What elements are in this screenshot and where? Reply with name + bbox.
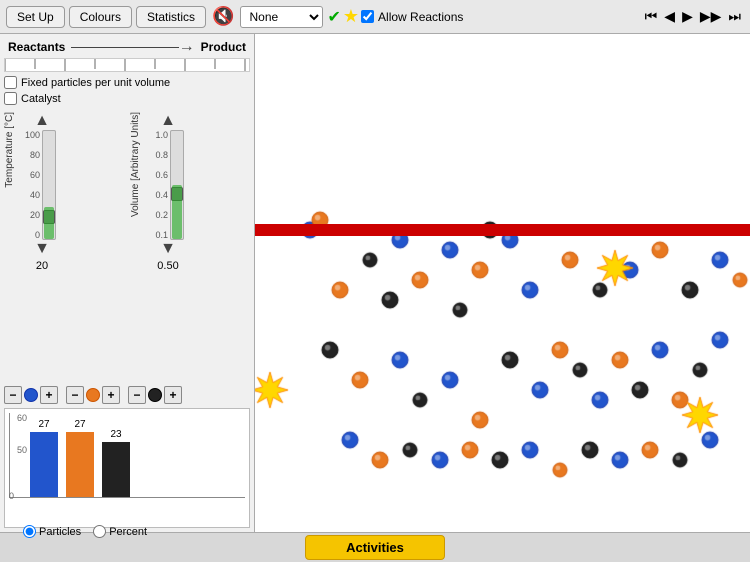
volume-slider-track[interactable] (170, 130, 184, 240)
temp-up-arrow[interactable]: ▲ (34, 112, 50, 130)
temp-axis-label: Temperature [°C] (4, 112, 15, 188)
y-zero-label: 0 (9, 491, 14, 501)
reactants-label: Reactants (8, 40, 65, 54)
bar-orange: 27 (66, 419, 94, 497)
orange-plus-btn[interactable]: + (102, 386, 120, 404)
black-ctrl-group: − + (128, 386, 182, 404)
temp-value: 20 (36, 260, 48, 272)
percent-radio-item: Percent (93, 525, 147, 538)
bar-blue-bar (30, 432, 58, 497)
chart-y-axis: 60 50 (9, 413, 27, 498)
playback-controls: ⏮ ◀ ▶ ▶▶ ⏭ (642, 6, 744, 27)
ruler: // ruler ticks (4, 58, 250, 72)
particles-radio[interactable] (23, 525, 36, 538)
particle-canvas (255, 34, 750, 532)
particles-radio-item: Particles (23, 525, 81, 538)
barrier-line (255, 224, 750, 236)
sliders-container: Temperature [°C] ▲ 100 80 60 40 20 0 (4, 112, 250, 382)
left-panel: Reactants → Product // ruler ticks (0, 34, 255, 532)
fixed-particles-checkbox[interactable] (4, 76, 17, 89)
product-label: Product (201, 40, 246, 54)
volume-axis-label: Volume [Arbitrary Units] (130, 112, 141, 217)
statistics-button[interactable]: Statistics (136, 6, 206, 28)
volume-icon[interactable]: 🔇 (212, 6, 234, 27)
black-dot (148, 388, 162, 402)
orange-dot (86, 388, 100, 402)
temp-down-arrow[interactable]: ▼ (34, 240, 50, 258)
percent-radio-label: Percent (109, 526, 147, 538)
allow-reactions-group: ✔ ★ Allow Reactions (327, 6, 463, 27)
bar-chart: 27 27 23 (9, 413, 245, 498)
radio-row: Particles Percent (9, 525, 245, 538)
blue-ctrl-group: − + (4, 386, 58, 404)
fixed-particles-row: Fixed particles per unit volume (4, 76, 250, 89)
volume-up-arrow[interactable]: ▲ (160, 112, 176, 130)
bar-orange-bar (66, 432, 94, 497)
blue-dot (24, 388, 38, 402)
main-layout: Reactants → Product // ruler ticks (0, 34, 750, 532)
playback-ff-button[interactable]: ▶▶ (697, 6, 725, 27)
green-check-icon: ✔ (327, 7, 340, 27)
activities-button[interactable]: Activities (305, 535, 445, 560)
none-select[interactable]: None Heat Map Speed (240, 6, 323, 28)
star-icon: ★ (343, 6, 359, 27)
bar-blue: 27 (30, 419, 58, 497)
chart-area: 60 50 27 27 23 (4, 408, 250, 528)
blue-minus-btn[interactable]: − (4, 386, 22, 404)
dropdown-container: None Heat Map Speed (240, 6, 323, 28)
catalyst-label: Catalyst (21, 93, 61, 105)
playback-play-button[interactable]: ▶ (679, 6, 696, 27)
playback-start-button[interactable]: ⏮ (642, 6, 661, 27)
simulation-area (255, 34, 750, 532)
bar-black: 23 (102, 429, 130, 497)
allow-reactions-checkbox[interactable] (361, 10, 374, 23)
playback-back-button[interactable]: ◀ (661, 6, 678, 27)
toolbar: Set Up Colours Statistics 🔇 None Heat Ma… (0, 0, 750, 34)
catalyst-checkbox[interactable] (4, 92, 17, 105)
bar-black-bar (102, 442, 130, 497)
slider-controls-row: − + − + − + (4, 386, 250, 404)
colours-button[interactable]: Colours (69, 6, 132, 28)
blue-plus-btn[interactable]: + (40, 386, 58, 404)
black-minus-btn[interactable]: − (128, 386, 146, 404)
particles-radio-label: Particles (39, 526, 81, 538)
bar-blue-label: 27 (38, 419, 49, 430)
volume-value: 0.50 (157, 260, 178, 272)
allow-reactions-label: Allow Reactions (378, 10, 463, 24)
black-plus-btn[interactable]: + (164, 386, 182, 404)
bar-orange-label: 27 (74, 419, 85, 430)
orange-ctrl-group: − + (66, 386, 120, 404)
volume-down-arrow[interactable]: ▼ (160, 240, 176, 258)
fixed-particles-label: Fixed particles per unit volume (21, 77, 170, 89)
playback-end-button[interactable]: ⏭ (725, 6, 744, 27)
percent-radio[interactable] (93, 525, 106, 538)
temp-slider-track[interactable] (42, 130, 56, 240)
bar-black-label: 23 (110, 429, 121, 440)
reactants-product-bar: Reactants → Product (4, 38, 250, 56)
setup-button[interactable]: Set Up (6, 6, 65, 28)
catalyst-row: Catalyst (4, 92, 250, 105)
orange-minus-btn[interactable]: − (66, 386, 84, 404)
